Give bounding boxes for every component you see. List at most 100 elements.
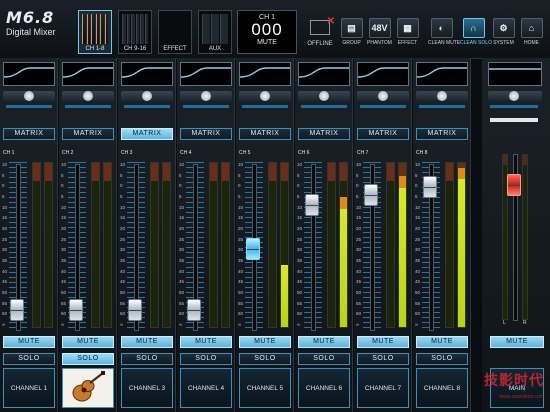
matrix-button[interactable]: MATRIX: [298, 128, 350, 140]
mute-button[interactable]: MUTE: [416, 336, 468, 348]
solo-button[interactable]: SOLO: [357, 353, 409, 365]
eq-display[interactable]: [416, 62, 468, 86]
eq-display[interactable]: [121, 62, 173, 86]
mute-button[interactable]: MUTE: [121, 336, 173, 348]
scale-label: 40: [120, 268, 126, 274]
mute-button[interactable]: MUTE: [180, 336, 232, 348]
channel-name-button[interactable]: CHANNEL 1: [3, 368, 55, 408]
mute-button[interactable]: MUTE: [62, 336, 114, 348]
eq-display[interactable]: [239, 62, 291, 86]
pan-knob-row[interactable]: [239, 91, 291, 101]
channel-fader[interactable]: [246, 238, 260, 261]
toolbar-effect-button[interactable]: ▦ EFFECT: [394, 18, 421, 46]
mute-button[interactable]: MUTE: [239, 336, 291, 348]
eq-curve: [358, 67, 408, 78]
pan-knob-row[interactable]: [3, 91, 55, 101]
channel-name-button[interactable]: CHANNEL 6: [298, 368, 350, 408]
solo-button[interactable]: SOLO: [121, 353, 173, 365]
tab-effect[interactable]: EFFECT: [158, 10, 192, 54]
pan-knob-row[interactable]: [62, 91, 114, 101]
channel-fader[interactable]: [305, 193, 319, 216]
tab-ch-1-8[interactable]: CH 1-8: [78, 10, 112, 54]
pan-knob-row[interactable]: [416, 91, 468, 101]
pan-knob-row[interactable]: [180, 91, 232, 101]
scale-label: 0: [297, 183, 300, 189]
tab-ch-9-16[interactable]: CH 9-16: [118, 10, 152, 54]
solo-button[interactable]: SOLO: [3, 353, 55, 365]
pan-knob[interactable]: [24, 91, 34, 101]
tab-aux[interactable]: AUX: [198, 10, 232, 54]
toolbar-clean-solo-button[interactable]: ∩ CLEAN SOLO: [460, 18, 492, 46]
meter-left-clip: [387, 163, 394, 181]
channel-name-button[interactable]: CHANNEL 8: [416, 368, 468, 408]
toolbar-phantom-button[interactable]: 48V PHANTOM: [366, 18, 393, 46]
toolbar-label: CLEAN MUTE: [428, 40, 461, 46]
channel-fader[interactable]: [128, 298, 142, 321]
scale-label: ∞: [238, 322, 242, 327]
channel-fader[interactable]: [69, 298, 83, 321]
pan-knob[interactable]: [437, 91, 447, 101]
pan-knob[interactable]: [201, 91, 211, 101]
mute-button[interactable]: MUTE: [357, 336, 409, 348]
mute-button[interactable]: MUTE: [298, 336, 350, 348]
matrix-button[interactable]: MATRIX: [62, 128, 114, 140]
solo-button[interactable]: SOLO: [416, 353, 468, 365]
channel-name-button[interactable]: CHANNEL 4: [180, 368, 232, 408]
eq-display[interactable]: [357, 62, 409, 86]
main-eq-display[interactable]: [488, 62, 542, 86]
scale-label: 5: [120, 194, 123, 199]
pan-knob-row[interactable]: [357, 91, 409, 101]
pan-knob[interactable]: [378, 91, 388, 101]
pan-knob[interactable]: [319, 91, 329, 101]
toolbar-home-button[interactable]: ⌂ HOME: [518, 18, 545, 46]
solo-button[interactable]: SOLO: [180, 353, 232, 365]
matrix-button[interactable]: MATRIX: [121, 128, 173, 140]
toolbar-group-button[interactable]: ▤ GROUP: [338, 18, 365, 46]
scale-label: 20: [297, 226, 303, 231]
matrix-button[interactable]: MATRIX: [3, 128, 55, 140]
scale-label: 60: [61, 311, 67, 317]
meter-left-clip: [446, 163, 453, 181]
eq-display[interactable]: [3, 62, 55, 86]
pan-knob[interactable]: [142, 91, 152, 101]
main-pan-knob-row[interactable]: [488, 91, 542, 101]
watermark: 技影时代: [484, 372, 544, 388]
solo-button[interactable]: SOLO: [239, 353, 291, 365]
pan-knob[interactable]: [83, 91, 93, 101]
scale-label: 45: [356, 279, 362, 285]
solo-button[interactable]: SOLO: [62, 353, 114, 365]
scale-label: 20: [2, 226, 8, 231]
matrix-button[interactable]: MATRIX: [180, 128, 232, 140]
matrix-button[interactable]: MATRIX: [357, 128, 409, 140]
pan-knob[interactable]: [260, 91, 270, 101]
main-fader[interactable]: [507, 174, 521, 197]
pan-knob-row[interactable]: [298, 91, 350, 101]
toolbar-system-button[interactable]: ⚙ SYSTEM: [490, 18, 517, 46]
eq-display[interactable]: [180, 62, 232, 86]
channel-name-button[interactable]: CHANNEL 3: [121, 368, 173, 408]
main-mute-button[interactable]: MUTE: [490, 336, 544, 348]
offline-status[interactable]: ✕ OFFLINE: [306, 16, 335, 47]
pan-knob-row[interactable]: [121, 91, 173, 101]
scale-label: 50: [120, 290, 126, 295]
channel-name-button[interactable]: CHANNEL 5: [239, 368, 291, 408]
channel-fader[interactable]: [10, 298, 24, 321]
solo-button[interactable]: SOLO: [298, 353, 350, 365]
scale-label: 45: [179, 279, 185, 285]
scale-label: 20: [120, 226, 126, 231]
eq-display[interactable]: [298, 62, 350, 86]
channel-name-button[interactable]: CHANNEL 7: [357, 368, 409, 408]
channel-fader[interactable]: [423, 176, 437, 199]
toolbar-clean-mute-button[interactable]: ◐ CLEAN MUTE: [428, 18, 461, 46]
channel-fader[interactable]: [187, 298, 201, 321]
scale-label: 20: [415, 226, 421, 231]
scale-label: 60: [297, 311, 303, 317]
eq-display[interactable]: [62, 62, 114, 86]
mute-button[interactable]: MUTE: [3, 336, 55, 348]
scale-label: 55: [297, 300, 303, 306]
matrix-button[interactable]: MATRIX: [239, 128, 291, 140]
channel-fader[interactable]: [364, 183, 378, 206]
matrix-button[interactable]: MATRIX: [416, 128, 468, 140]
main-pan-knob[interactable]: [509, 91, 519, 101]
channel-name-button[interactable]: [62, 368, 114, 408]
